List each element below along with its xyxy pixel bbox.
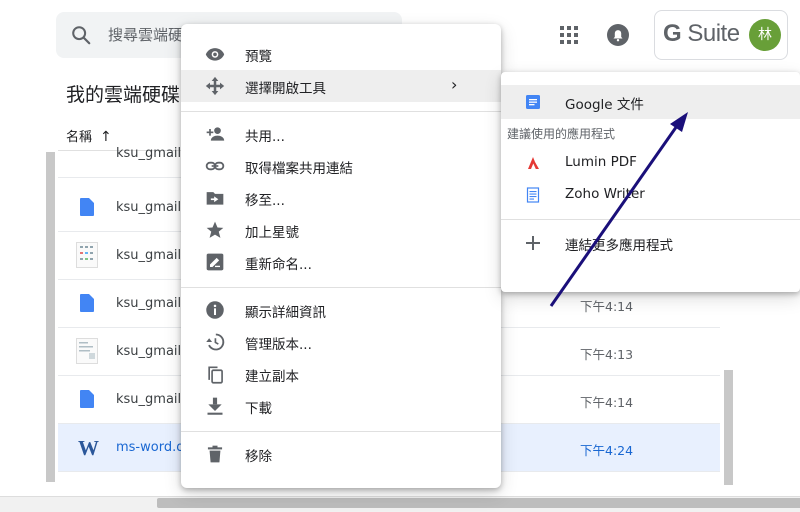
chevron-right-icon: › xyxy=(451,75,458,94)
menu-item-share[interactable]: 共用... xyxy=(181,118,501,150)
file-name: ksu_gmail_ xyxy=(116,146,188,161)
google-docs-icon xyxy=(525,94,541,110)
file-thumbnail xyxy=(76,338,98,364)
submenu-divider xyxy=(501,219,800,220)
open-with-google-docs[interactable]: Google 文件 xyxy=(501,85,800,119)
file-name: ksu_gmail_ xyxy=(116,344,188,359)
open-with-lumin-pdf[interactable]: Lumin PDF xyxy=(501,146,800,180)
open-with-label: Zoho Writer xyxy=(565,186,645,202)
apps-grid-icon[interactable] xyxy=(556,22,582,48)
star-icon xyxy=(205,220,225,240)
open-with-label: 連結更多應用程式 xyxy=(565,238,673,254)
menu-item-label: 建立副本 xyxy=(245,369,299,385)
file-modified-time: 下午4:13 xyxy=(580,347,634,362)
page-title[interactable]: 我的雲端硬碟 xyxy=(66,80,180,107)
bell-icon[interactable] xyxy=(603,20,633,50)
person-add-icon xyxy=(205,124,225,144)
context-menu: 預覽 選擇開啟工具 › 共用... 取得檔案共用連結 移至... 加上星號 重新… xyxy=(181,24,501,488)
google-doc-icon xyxy=(80,390,94,408)
menu-divider xyxy=(181,111,501,112)
menu-item-label: 移至... xyxy=(245,193,285,209)
lumin-pdf-icon xyxy=(525,155,541,171)
gsuite-logo: G Suite xyxy=(663,20,740,47)
suggested-apps-heading: 建議使用的應用程式 xyxy=(507,127,616,141)
gsuite-account-box[interactable]: G Suite 林 xyxy=(654,10,788,60)
search-input[interactable]: 搜尋雲端硬 xyxy=(108,24,183,45)
menu-item-star[interactable]: 加上星號 xyxy=(181,214,501,246)
open-with-submenu: Google 文件 建議使用的應用程式 Lumin PDF Zoho Write… xyxy=(501,72,800,292)
word-icon: W xyxy=(78,436,99,460)
menu-item-get-link[interactable]: 取得檔案共用連結 xyxy=(181,150,501,182)
copy-icon xyxy=(205,364,225,384)
plus-icon xyxy=(525,235,541,251)
open-with-label: Lumin PDF xyxy=(565,154,637,170)
open-with-label: Google 文件 xyxy=(565,97,644,113)
info-icon xyxy=(205,300,225,320)
menu-item-download[interactable]: 下載 xyxy=(181,390,501,422)
file-thumbnail xyxy=(76,242,98,268)
menu-item-label: 預覽 xyxy=(245,49,272,65)
link-icon xyxy=(205,156,225,176)
rename-icon xyxy=(205,252,225,272)
menu-item-label: 選擇開啟工具 xyxy=(245,81,326,97)
zoho-writer-icon xyxy=(525,187,541,203)
open-with-zoho-writer[interactable]: Zoho Writer xyxy=(501,178,800,212)
history-icon xyxy=(205,332,225,352)
right-scrollbar[interactable] xyxy=(724,370,733,485)
menu-item-label: 顯示詳細資訊 xyxy=(245,305,326,321)
file-name: ksu_gmail_ xyxy=(116,392,188,407)
menu-divider xyxy=(181,431,501,432)
menu-item-label: 管理版本... xyxy=(245,337,312,353)
menu-item-label: 共用... xyxy=(245,129,285,145)
menu-item-details[interactable]: 顯示詳細資訊 xyxy=(181,294,501,326)
eye-icon xyxy=(205,44,225,64)
connect-more-apps[interactable]: 連結更多應用程式 xyxy=(501,226,800,260)
menu-item-manage-versions[interactable]: 管理版本... xyxy=(181,326,501,358)
menu-item-rename[interactable]: 重新命名... xyxy=(181,246,501,278)
horizontal-scrollbar-thumb[interactable] xyxy=(157,498,800,508)
folder-move-icon xyxy=(205,188,225,208)
trash-icon xyxy=(205,444,225,464)
file-modified-time: 下午4:14 xyxy=(580,299,634,314)
avatar[interactable]: 林 xyxy=(749,19,781,51)
menu-item-remove[interactable]: 移除 xyxy=(181,438,501,470)
google-doc-icon xyxy=(80,198,94,216)
file-name: ksu_gmail_ xyxy=(116,296,188,311)
menu-item-label: 下載 xyxy=(245,401,272,417)
menu-item-label: 加上星號 xyxy=(245,225,299,241)
file-modified-time: 下午4:14 xyxy=(580,395,634,410)
menu-divider xyxy=(181,287,501,288)
download-icon xyxy=(205,396,225,416)
google-doc-icon xyxy=(80,294,94,312)
search-icon[interactable] xyxy=(70,24,92,46)
move-arrows-icon xyxy=(205,76,225,96)
menu-item-open-with[interactable]: 選擇開啟工具 › xyxy=(181,70,501,102)
file-name: ksu_gmail_ xyxy=(116,200,188,215)
left-scrollbar[interactable] xyxy=(46,152,55,482)
menu-item-move-to[interactable]: 移至... xyxy=(181,182,501,214)
file-modified-time: 下午4:24 xyxy=(580,443,634,458)
menu-item-label: 取得檔案共用連結 xyxy=(245,161,353,177)
menu-item-preview[interactable]: 預覽 xyxy=(181,38,501,70)
menu-item-make-copy[interactable]: 建立副本 xyxy=(181,358,501,390)
file-name: ksu_gmail_ xyxy=(116,248,188,263)
menu-item-label: 移除 xyxy=(245,449,272,465)
menu-item-label: 重新命名... xyxy=(245,257,312,273)
